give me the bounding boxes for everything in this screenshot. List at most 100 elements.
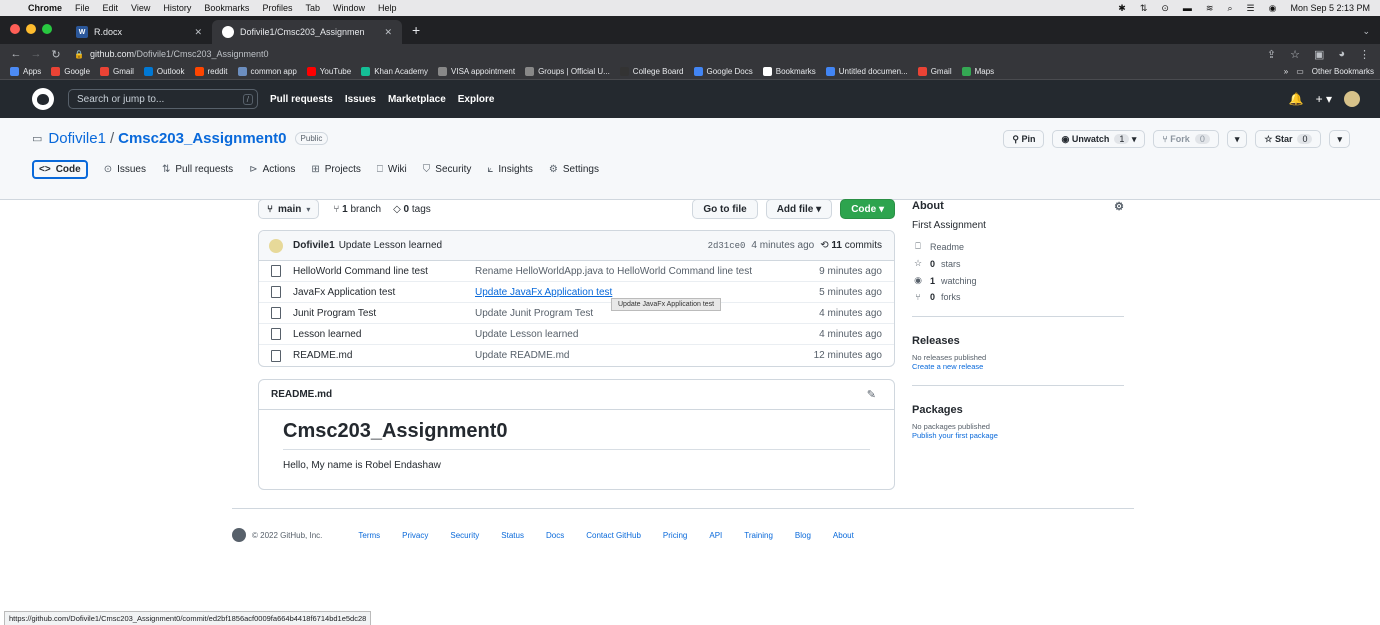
minimize-window-button[interactable] [26, 24, 36, 34]
bookmark-item[interactable]: reddit [194, 67, 228, 76]
tab-settings[interactable]: ⚙ Settings [549, 164, 599, 175]
repo-name-link[interactable]: Cmsc203_Assignment0 [118, 130, 286, 147]
commit-sha[interactable]: 2d31ce0 [708, 241, 746, 251]
bookmark-item[interactable]: Gmail [100, 67, 134, 76]
forward-icon[interactable]: → [26, 48, 46, 60]
footer-link[interactable]: Contact GitHub [586, 531, 641, 540]
spotlight-icon[interactable]: ⌕ [1227, 3, 1232, 14]
stars-link[interactable]: ☆ 0 stars [912, 258, 1124, 269]
tab-pull-requests[interactable]: ⇅ Pull requests [162, 164, 233, 175]
siri-icon[interactable]: ◉ [1269, 3, 1277, 14]
menu-tab[interactable]: Tab [305, 3, 320, 13]
code-button[interactable]: Code ▾ [840, 199, 895, 219]
play-icon[interactable]: ⊙ [1161, 3, 1169, 14]
create-release-link[interactable]: Create a new release [912, 362, 1124, 371]
go-to-file-button[interactable]: Go to file [692, 199, 758, 219]
bookmark-item[interactable]: Groups | Official U... [525, 67, 610, 76]
tab-issues[interactable]: ⊙ Issues [104, 164, 146, 175]
footer-link[interactable]: Blog [795, 531, 811, 540]
battery-icon[interactable]: ▬ [1183, 3, 1192, 13]
nav-marketplace[interactable]: Marketplace [388, 94, 446, 105]
url-field[interactable]: 🔒 github.com/Dofivile1/Cmsc203_Assignmen… [74, 46, 1267, 62]
kebab-menu-icon[interactable]: ⋮ [1359, 48, 1370, 61]
menu-history[interactable]: History [163, 3, 191, 13]
github-logo-icon[interactable] [232, 528, 246, 542]
menu-bookmarks[interactable]: Bookmarks [204, 3, 249, 13]
footer-link[interactable]: API [709, 531, 722, 540]
footer-link[interactable]: Status [501, 531, 524, 540]
menu-chrome[interactable]: Chrome [28, 3, 62, 13]
branches-link[interactable]: ⑂ 1 branch [333, 204, 381, 215]
footer-link[interactable]: Pricing [663, 531, 687, 540]
close-icon[interactable]: ✕ [384, 27, 392, 38]
branch-select-button[interactable]: ⑂ main ▾ [258, 199, 320, 219]
avatar[interactable] [1344, 91, 1360, 107]
other-bookmarks[interactable]: » ▭ Other Bookmarks [1284, 67, 1374, 76]
bookmark-item[interactable]: Google [51, 67, 90, 76]
tab-search-icon[interactable]: ⌄ [1362, 26, 1370, 37]
bookmark-item[interactable]: College Board [619, 67, 684, 76]
file-name-link[interactable]: HelloWorld Command line test [293, 266, 475, 277]
file-commit-message[interactable]: Update Lesson learned [475, 329, 578, 340]
tab-code[interactable]: <> Code [32, 160, 88, 179]
file-commit-message[interactable]: Update JavaFx Application test [475, 287, 612, 298]
close-icon[interactable]: ✕ [194, 27, 202, 38]
bluetooth-icon[interactable]: ✱ [1118, 3, 1126, 14]
bookmark-item[interactable]: common app [237, 67, 297, 76]
file-name-link[interactable]: README.md [293, 350, 475, 361]
publish-package-link[interactable]: Publish your first package [912, 431, 1124, 440]
menu-help[interactable]: Help [378, 3, 397, 13]
github-logo-icon[interactable] [32, 88, 54, 110]
new-tab-icon[interactable]: + [412, 22, 420, 38]
reload-icon[interactable]: ↻ [46, 48, 66, 61]
file-name-link[interactable]: Lesson learned [293, 329, 475, 340]
more-bookmarks-icon[interactable]: » [1284, 67, 1288, 76]
lock-icon[interactable]: 🔒 [74, 50, 84, 59]
close-window-button[interactable] [10, 24, 20, 34]
watching-link[interactable]: ◉ 1 watching [912, 275, 1124, 286]
add-file-button[interactable]: Add file ▾ [765, 199, 833, 219]
footer-link[interactable]: About [833, 531, 854, 540]
menu-window[interactable]: Window [333, 3, 365, 13]
commit-author[interactable]: Dofivile1 [293, 240, 335, 251]
bookmark-item[interactable]: Apps [10, 67, 41, 76]
bookmark-item[interactable]: YouTube [306, 67, 351, 76]
footer-link[interactable]: Training [744, 531, 773, 540]
tab-rdocx[interactable]: W R.docx ✕ [66, 20, 212, 44]
notifications-bell-icon[interactable]: 🔔 [1289, 92, 1304, 106]
gear-icon[interactable]: ⚙ [1114, 200, 1124, 213]
releases-heading[interactable]: Releases [912, 331, 1124, 351]
footer-link[interactable]: Docs [546, 531, 564, 540]
bookmark-item[interactable]: Outlook [143, 67, 185, 76]
bookmark-item[interactable]: Bookmarks [762, 67, 816, 76]
unwatch-button[interactable]: ◉ Unwatch 1 ▾ [1052, 130, 1146, 148]
menu-file[interactable]: File [75, 3, 90, 13]
avatar[interactable] [269, 238, 283, 253]
fork-dropdown-button[interactable]: ▾ [1226, 130, 1248, 148]
nav-issues[interactable]: Issues [345, 94, 376, 105]
share-icon[interactable]: ⇪ [1267, 48, 1276, 61]
star-dropdown-button[interactable]: ▾ [1329, 130, 1350, 148]
bookmark-item[interactable]: Gmail [917, 67, 952, 76]
commit-message[interactable]: Update Lesson learned [339, 240, 442, 251]
nav-explore[interactable]: Explore [458, 94, 495, 105]
tab-github[interactable]: Dofivile1/Cmsc203_Assignmen ✕ [212, 20, 402, 44]
file-commit-message[interactable]: Update Junit Program Test [475, 308, 593, 319]
fork-button[interactable]: ⑂ Fork 0 [1153, 130, 1219, 148]
menu-view[interactable]: View [131, 3, 150, 13]
tab-security[interactable]: ⛉ Security [423, 164, 472, 175]
pin-button[interactable]: ⚲ Pin [1003, 130, 1045, 148]
readme-link[interactable]: ⎕ Readme [912, 241, 1124, 252]
bookmark-item[interactable]: Google Docs [693, 67, 753, 76]
bookmark-item[interactable]: Maps [961, 67, 994, 76]
file-commit-message[interactable]: Update README.md [475, 350, 569, 361]
tab-actions[interactable]: ⊳ Actions [249, 164, 295, 175]
file-name-link[interactable]: Junit Program Test [293, 308, 475, 319]
zoom-window-button[interactable] [42, 24, 52, 34]
forks-link[interactable]: ⑂ 0 forks [912, 292, 1124, 302]
nav-pull-requests[interactable]: Pull requests [270, 94, 333, 105]
bookmark-star-icon[interactable]: ☆ [1290, 48, 1300, 61]
create-new-icon[interactable]: + ▾ [1316, 92, 1332, 106]
bookmark-item[interactable]: Khan Academy [361, 67, 428, 76]
profile-avatar-icon[interactable]: ◕ [1338, 48, 1345, 61]
